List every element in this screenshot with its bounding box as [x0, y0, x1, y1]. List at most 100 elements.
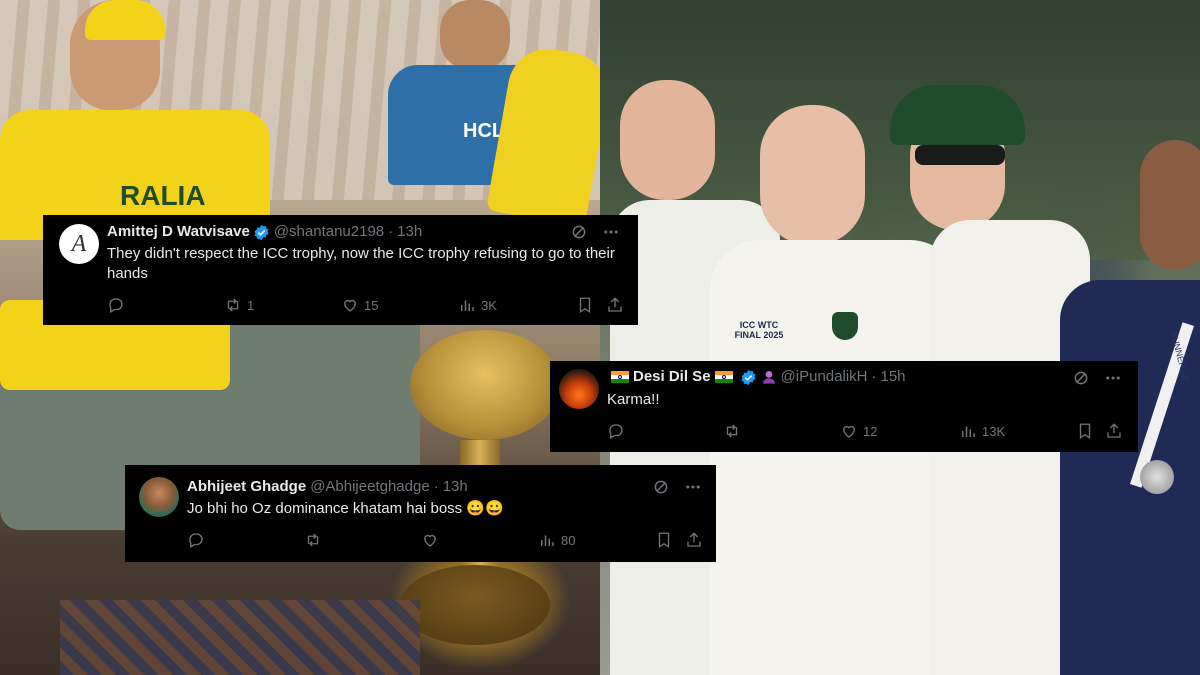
player-1-face	[620, 80, 715, 200]
repost-button[interactable]	[723, 422, 746, 440]
share-icon	[687, 532, 701, 547]
views-button[interactable]: 13K	[959, 422, 1005, 440]
tweet-tools	[652, 478, 702, 496]
share-button[interactable]	[1105, 422, 1123, 440]
yellow-cap	[85, 0, 165, 40]
tweet-header: Abhijeet Ghadge @Abhijeetghadge · 13h	[187, 477, 468, 497]
share-icon	[608, 297, 622, 312]
views-button[interactable]: 80	[538, 531, 575, 549]
like-icon	[843, 425, 855, 438]
india-flag-icon	[714, 371, 733, 383]
avatar[interactable]	[139, 477, 179, 517]
tweet-actions: 12 13K	[550, 422, 1138, 442]
world-cup-trophy	[410, 330, 560, 440]
wtc-badge-text: ICC WTC FINAL 2025	[734, 320, 784, 340]
tweet-header: Desi Dil Se @iPundalikH · 15h	[607, 367, 906, 387]
reply-icon	[189, 533, 203, 548]
runner-up-medal	[1140, 460, 1174, 494]
views-icon	[962, 426, 975, 437]
like-icon	[424, 534, 436, 547]
timestamp[interactable]: 13h	[397, 222, 422, 242]
like-count: 12	[863, 423, 878, 439]
repost-button[interactable]	[304, 531, 327, 549]
tweet-text: They didn't respect the ICC trophy, now …	[107, 245, 615, 282]
tweet-card-3[interactable]: Abhijeet Ghadge @Abhijeetghadge · 13h Jo…	[125, 465, 716, 562]
views-count: 3K	[481, 297, 497, 313]
cricket-australia-badge	[832, 312, 858, 340]
repost-icon	[227, 298, 239, 312]
tweet-tools	[570, 223, 620, 241]
left-photo: RALIA HCLTech	[0, 0, 600, 675]
tweet-header: Amittej D Watvisave @shantanu2198 · 13h	[107, 222, 422, 242]
display-name[interactable]: Amittej D Watvisave	[107, 222, 250, 242]
bookmark-button[interactable]	[1076, 422, 1094, 440]
bookmark-button[interactable]	[655, 531, 673, 549]
display-name[interactable]: Abhijeet Ghadge	[187, 477, 306, 497]
views-icon	[461, 300, 474, 311]
tweet-actions: 1 15 3K	[43, 296, 638, 316]
tweet-actions: 80	[125, 531, 716, 551]
more-icon[interactable]	[1104, 369, 1122, 387]
player-face-right	[440, 0, 510, 70]
india-flag-icon	[611, 371, 629, 383]
like-icon	[344, 299, 356, 312]
separator-dot: ·	[871, 368, 877, 385]
bookmark-icon	[658, 532, 670, 549]
like-button[interactable]: 12	[840, 422, 877, 440]
separator-dot: ·	[433, 478, 439, 495]
views-icon	[541, 535, 554, 546]
tweet-card-2[interactable]: Desi Dil Se @iPundalikH · 15h Karma!! 12…	[550, 361, 1138, 452]
reply-icon	[609, 424, 623, 439]
repost-button[interactable]: 1	[224, 296, 254, 314]
views-count: 80	[561, 532, 576, 548]
tweet-tools	[1072, 369, 1122, 387]
share-button[interactable]	[685, 531, 703, 549]
grok-icon[interactable]	[1072, 369, 1090, 387]
timestamp[interactable]: 13h	[443, 477, 468, 497]
tweet-text: Karma!!	[607, 391, 660, 408]
grok-icon[interactable]	[570, 223, 588, 241]
avatar[interactable]	[559, 369, 599, 409]
avatar[interactable]: A	[59, 224, 99, 264]
timestamp[interactable]: 15h	[880, 367, 905, 387]
repost-icon	[726, 424, 738, 438]
player-2-face	[760, 105, 865, 245]
share-icon	[1107, 423, 1121, 438]
display-name[interactable]: Desi Dil Se	[633, 367, 711, 387]
share-button[interactable]	[606, 296, 624, 314]
verified-badge-icon	[254, 224, 269, 240]
handle[interactable]: @Abhijeetghadge	[310, 477, 430, 497]
separator-dot: ·	[388, 223, 394, 240]
person-emoji-icon	[762, 371, 775, 384]
reply-button[interactable]	[187, 531, 210, 549]
player-2-whites: ICC WTC FINAL 2025	[710, 240, 960, 675]
sunglasses	[915, 145, 1005, 165]
like-button[interactable]: 15	[341, 296, 378, 314]
repost-icon	[307, 533, 319, 547]
views-button[interactable]: 3K	[458, 296, 497, 314]
tweet-text: Jo bhi ho Oz dominance khatam hai boss 😀…	[187, 500, 504, 517]
like-count: 15	[364, 297, 379, 313]
bookmark-icon	[579, 297, 591, 314]
verified-badge-icon	[741, 369, 756, 385]
reply-button[interactable]	[107, 296, 130, 314]
repost-count: 1	[247, 297, 255, 313]
more-icon[interactable]	[602, 223, 620, 241]
avatar-monogram: A	[71, 230, 87, 257]
grok-icon[interactable]	[652, 478, 670, 496]
handle[interactable]: @shantanu2198	[274, 222, 384, 242]
bookmark-icon	[1079, 423, 1091, 440]
right-photo: ICC WTC FINAL 2025 RUNNER-UP	[600, 0, 1200, 675]
baggy-green-cap	[890, 85, 1025, 145]
handle[interactable]: @iPundalikH	[781, 367, 868, 387]
trophy-base	[400, 565, 550, 645]
bookmark-button[interactable]	[576, 296, 594, 314]
more-icon[interactable]	[684, 478, 702, 496]
player-4-navy-jacket: RUNNER-UP	[1060, 280, 1200, 675]
carpet	[60, 600, 420, 675]
like-button[interactable]	[421, 531, 444, 549]
reply-button[interactable]	[607, 422, 630, 440]
views-count: 13K	[982, 423, 1006, 439]
tweet-card-1[interactable]: A Amittej D Watvisave @shantanu2198 · 13…	[43, 215, 638, 325]
reply-icon	[109, 298, 123, 313]
